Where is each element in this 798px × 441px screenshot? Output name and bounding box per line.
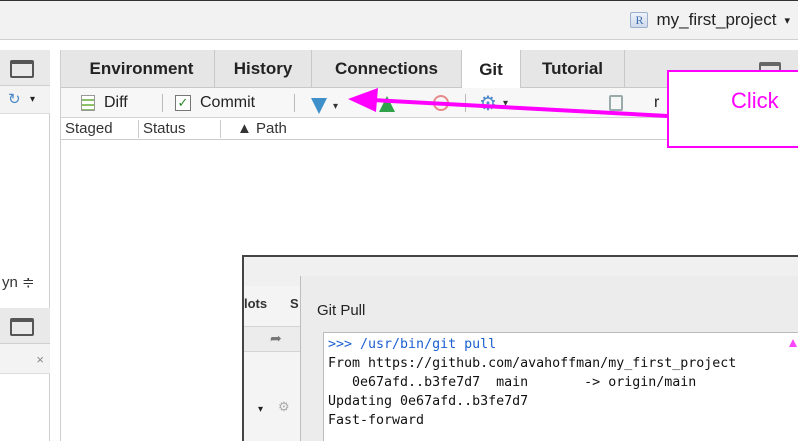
gear-icon: ⚙ (278, 399, 290, 414)
branch-icon (609, 95, 623, 111)
diff-icon (81, 95, 95, 111)
column-divider (138, 120, 139, 138)
tab-git[interactable]: Git (462, 50, 521, 89)
close-icon[interactable]: × (36, 352, 44, 367)
diff-label: Diff (104, 94, 128, 111)
column-staged[interactable]: Staged (65, 120, 113, 138)
column-path[interactable]: ▲ Path (237, 120, 287, 138)
chevron-down-icon[interactable]: ▾ (333, 101, 338, 112)
console-line: Fast-forward (328, 413, 425, 428)
forward-icon: ➦ (270, 330, 282, 346)
commit-check-icon: ✓ (175, 95, 191, 111)
project-menu[interactable]: R my_first_project ▾ (630, 8, 790, 32)
left-pane-header-lower (0, 308, 50, 344)
pull-arrow-icon (311, 98, 327, 114)
callout-text: Click (731, 88, 779, 113)
gear-icon: ⚙ (479, 92, 497, 115)
dialog-title: Git Pull (317, 302, 366, 319)
project-bar: R my_first_project ▾ (0, 0, 798, 40)
sync-icon[interactable]: ↻ (8, 90, 21, 108)
branch-button[interactable] (609, 92, 623, 114)
tab-connections[interactable]: Connections (312, 50, 462, 88)
push-button[interactable] (379, 93, 395, 115)
more-button[interactable]: ⚙ ▾ (479, 92, 508, 115)
toolbar-divider (465, 94, 466, 112)
maximize-pane-icon[interactable] (10, 318, 34, 336)
tab-environment[interactable]: Environment (69, 50, 215, 88)
annotation-callout: Click (667, 70, 798, 148)
project-name: my_first_project (656, 10, 777, 29)
background-window-strip: lots S ➦ ▾ ⚙ (244, 286, 300, 441)
console-line: 0e67afd..b3fe7d7 main -> origin/main (328, 375, 697, 390)
chevron-down-icon: ▾ (258, 404, 264, 415)
console-line: From https://github.com/avahoffman/my_fi… (328, 356, 737, 371)
push-arrow-icon (379, 96, 395, 112)
bg-toolbar: ➦ (244, 326, 300, 352)
left-pane-toolbar-lower: × (0, 344, 50, 374)
tab-tutorial[interactable]: Tutorial (521, 50, 625, 88)
bg-tab-plots: lots (244, 296, 268, 311)
bg-tab-other: S (290, 296, 299, 311)
r-project-icon: R (630, 12, 649, 28)
maximize-pane-icon[interactable] (10, 60, 34, 78)
left-pane-header (0, 50, 50, 86)
branch-label[interactable]: r (654, 92, 659, 114)
chevron-down-icon: ▾ (502, 97, 508, 109)
toolbar-divider (294, 94, 295, 112)
pull-button[interactable]: ▾ (311, 95, 338, 117)
commit-label: Commit (200, 94, 256, 111)
commit-button[interactable]: ✓ Commit (175, 92, 255, 114)
scroll-up-icon[interactable] (789, 339, 797, 347)
chevron-down-icon: ▾ (784, 14, 790, 27)
column-divider (220, 120, 221, 138)
history-button[interactable] (433, 92, 449, 114)
column-status[interactable]: Status (143, 120, 186, 138)
diff-button[interactable]: Diff (81, 92, 128, 114)
left-pane: ↻ ▾ yn ≑ × (0, 50, 50, 441)
clock-icon (433, 95, 449, 111)
git-output-console: >>> /usr/bin/git pull From https://githu… (323, 332, 798, 441)
console-line: Updating 0e67afd..b3fe7d7 (328, 394, 529, 409)
left-pane-toolbar: ↻ ▾ (0, 86, 50, 114)
chevron-down-icon[interactable]: ▾ (30, 94, 35, 105)
tab-history[interactable]: History (215, 50, 312, 88)
git-pull-dialog: Git Pull >>> /usr/bin/git pull From http… (300, 276, 798, 441)
sort-selector[interactable]: yn ≑ (0, 273, 50, 295)
toolbar-divider (162, 94, 163, 112)
console-line: >>> /usr/bin/git pull (328, 337, 497, 352)
